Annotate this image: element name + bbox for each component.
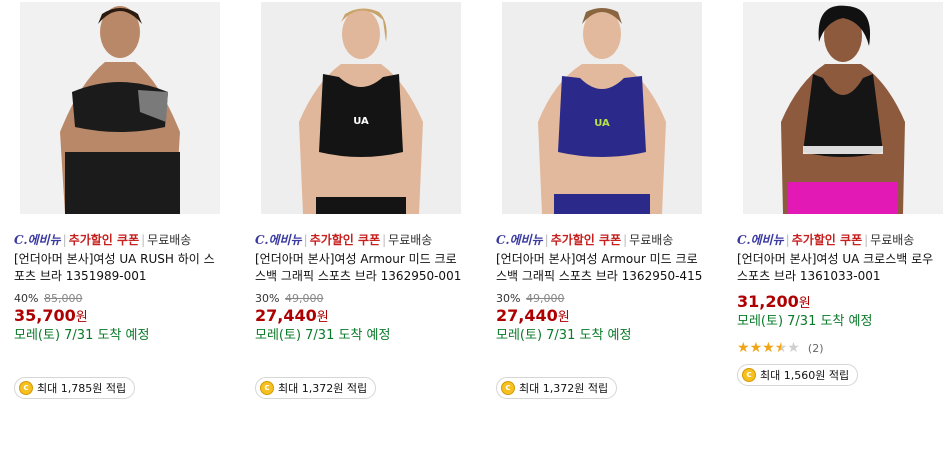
price-value: 31,200 bbox=[737, 292, 799, 311]
shop-name[interactable]: C.에비뉴 bbox=[496, 233, 543, 247]
product-image[interactable]: UA bbox=[261, 2, 461, 214]
star-empty-icon: ★ bbox=[787, 340, 800, 356]
coupon-badge[interactable]: 추가할인 쿠폰 bbox=[551, 233, 621, 247]
reward-text: 최대 1,372원 적립 bbox=[278, 382, 368, 395]
shop-name[interactable]: C.에비뉴 bbox=[737, 233, 784, 247]
discount-row: 30% 49,000 bbox=[496, 292, 564, 305]
shipping-badge: 무료배송 bbox=[388, 233, 433, 247]
product-meta: C.에비뉴 | 추가할인 쿠폰 | 무료배송 bbox=[14, 233, 192, 247]
delivery-estimate: 모레(토) 7/31 도착 예정 bbox=[255, 328, 391, 343]
delivery-estimate: 모레(토) 7/31 도착 예정 bbox=[496, 328, 632, 343]
svg-text:UA: UA bbox=[594, 118, 610, 129]
product-title[interactable]: [언더아머 본사]여성 UA RUSH 하이 스 포츠 브라 1351989-0… bbox=[14, 251, 224, 285]
original-price: 49,000 bbox=[525, 292, 565, 305]
product-title-line: 스포츠 브라 1361033-001 bbox=[737, 269, 881, 283]
shop-name[interactable]: C.에비뉴 bbox=[255, 233, 302, 247]
discount-percent: 30% bbox=[496, 292, 521, 305]
reward-text: 최대 1,372원 적립 bbox=[519, 382, 609, 395]
original-price: 85,000 bbox=[43, 292, 83, 305]
svg-text:UA: UA bbox=[353, 116, 369, 127]
shipping-badge: 무료배송 bbox=[147, 233, 192, 247]
reward-points-badge[interactable]: c 최대 1,372원 적립 bbox=[255, 377, 377, 399]
coin-icon: c bbox=[501, 381, 515, 395]
product-photo-2: UA bbox=[261, 2, 461, 214]
coin-icon: c bbox=[260, 381, 274, 395]
coin-icon: c bbox=[742, 368, 756, 382]
delivery-estimate: 모레(토) 7/31 도착 예정 bbox=[14, 328, 150, 343]
coupon-badge[interactable]: 추가할인 쿠폰 bbox=[310, 233, 380, 247]
sale-price: 27,440원 bbox=[496, 306, 570, 325]
discount-row: 30% 49,000 bbox=[255, 292, 323, 305]
discount-percent: 30% bbox=[255, 292, 280, 305]
product-image[interactable] bbox=[20, 2, 220, 214]
coupon-badge[interactable]: 추가할인 쿠폰 bbox=[792, 233, 862, 247]
delivery-estimate: 모레(토) 7/31 도착 예정 bbox=[737, 314, 873, 329]
shop-name[interactable]: C.에비뉴 bbox=[14, 233, 61, 247]
coin-icon: c bbox=[19, 381, 33, 395]
discount-percent: 40% bbox=[14, 292, 39, 305]
product-title-line: [언더아머 본사]여성 Armour 미드 크로 bbox=[255, 252, 457, 266]
reward-points-badge[interactable]: c 최대 1,372원 적립 bbox=[496, 377, 618, 399]
star-icon: ★ bbox=[737, 340, 750, 356]
price-currency: 원 bbox=[316, 310, 329, 325]
price-currency: 원 bbox=[75, 310, 88, 325]
star-icon: ★ bbox=[749, 340, 763, 356]
price-currency: 원 bbox=[557, 310, 570, 325]
sale-price: 35,700원 bbox=[14, 306, 88, 325]
product-meta: C.에비뉴 | 추가할인 쿠폰 | 무료배송 bbox=[496, 233, 674, 247]
price-currency: 원 bbox=[798, 296, 811, 311]
product-meta: C.에비뉴 | 추가할인 쿠폰 | 무료배송 bbox=[737, 233, 915, 247]
review-count[interactable]: (2) bbox=[808, 342, 824, 355]
product-photo-3: UA bbox=[502, 2, 702, 214]
price-value: 27,440 bbox=[255, 306, 317, 325]
product-title-line: [언더아머 본사]여성 UA RUSH 하이 스 bbox=[14, 252, 215, 266]
product-title-line: 스백 그래픽 스포츠 브라 1362950-001 bbox=[255, 269, 462, 283]
sale-price: 31,200원 bbox=[737, 292, 811, 311]
star-icon: ★ bbox=[762, 340, 775, 356]
price-value: 35,700 bbox=[14, 306, 76, 325]
discount-row: 40% 85,000 bbox=[14, 292, 82, 305]
product-title-line: [언더아머 본사]여성 UA 크로스백 로우 bbox=[737, 252, 934, 266]
original-price: 49,000 bbox=[284, 292, 324, 305]
product-image[interactable] bbox=[743, 2, 943, 214]
product-image[interactable]: UA bbox=[502, 2, 702, 214]
product-title[interactable]: [언더아머 본사]여성 Armour 미드 크로 스백 그래픽 스포츠 브라 1… bbox=[496, 251, 706, 285]
price-value: 27,440 bbox=[496, 306, 558, 325]
reward-points-badge[interactable]: c 최대 1,560원 적립 bbox=[737, 364, 859, 386]
product-meta: C.에비뉴 | 추가할인 쿠폰 | 무료배송 bbox=[255, 233, 433, 247]
product-photo-4 bbox=[743, 2, 943, 214]
product-photo-1 bbox=[20, 2, 220, 214]
star-half-icon: ★ bbox=[774, 340, 788, 356]
shipping-badge: 무료배송 bbox=[629, 233, 674, 247]
reward-points-badge[interactable]: c 최대 1,785원 적립 bbox=[14, 377, 136, 399]
product-title-line: 포츠 브라 1351989-001 bbox=[14, 269, 147, 283]
coupon-badge[interactable]: 추가할인 쿠폰 bbox=[69, 233, 139, 247]
product-title[interactable]: [언더아머 본사]여성 UA 크로스백 로우 스포츠 브라 1361033-00… bbox=[737, 251, 943, 285]
reward-text: 최대 1,785원 적립 bbox=[37, 382, 127, 395]
shipping-badge: 무료배송 bbox=[870, 233, 915, 247]
reward-text: 최대 1,560원 적립 bbox=[760, 369, 850, 382]
product-title[interactable]: [언더아머 본사]여성 Armour 미드 크로 스백 그래픽 스포츠 브라 1… bbox=[255, 251, 465, 285]
sale-price: 27,440원 bbox=[255, 306, 329, 325]
rating-row[interactable]: ★★★★★ (2) bbox=[737, 337, 824, 355]
product-title-line: [언더아머 본사]여성 Armour 미드 크로 bbox=[496, 252, 698, 266]
product-title-line: 스백 그래픽 스포츠 브라 1362950-415 bbox=[496, 269, 703, 283]
